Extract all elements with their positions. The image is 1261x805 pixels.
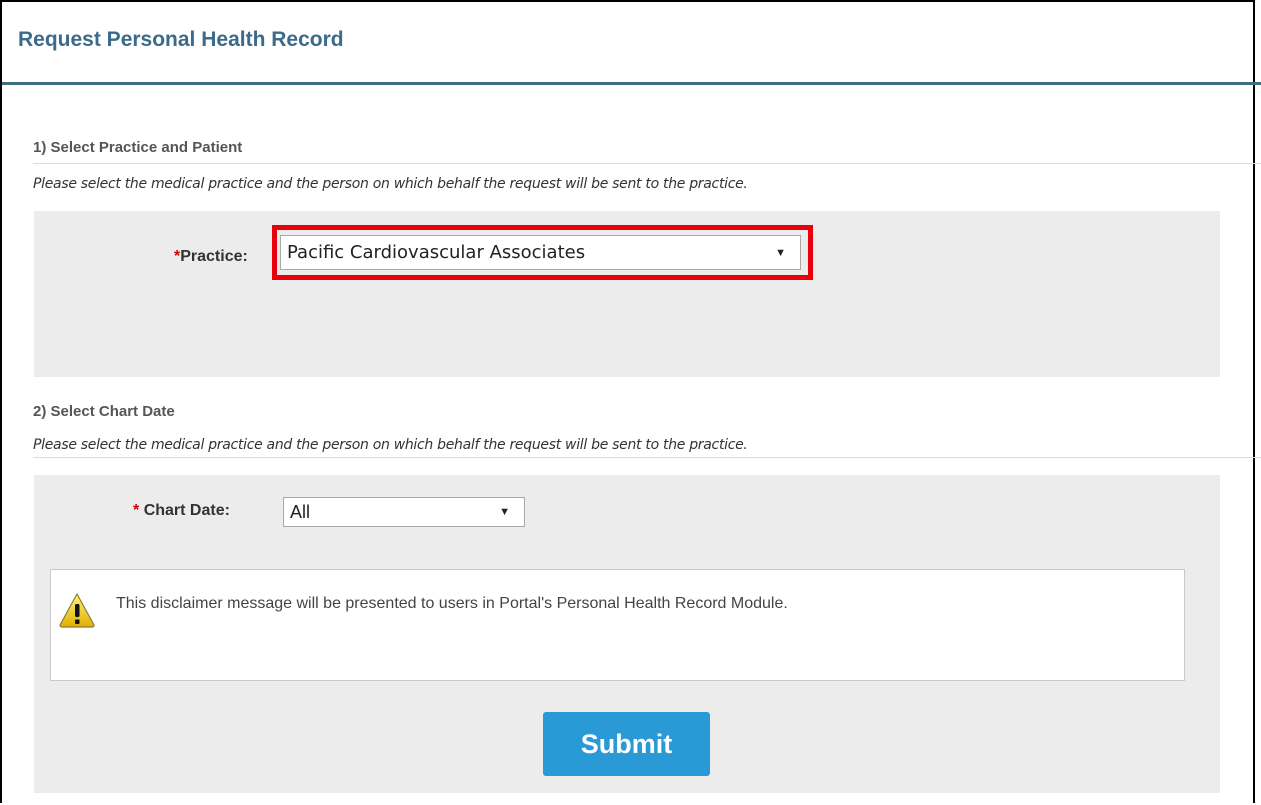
section-heading-practice: 1) Select Practice and Patient [33, 139, 243, 156]
title-divider [2, 82, 1261, 85]
disclaimer-text: This disclaimer message will be presente… [116, 595, 788, 612]
section-divider [33, 457, 1261, 458]
chart-date-select-value: All [290, 501, 311, 522]
section-description-practice: Please select the medical practice and t… [33, 176, 748, 192]
disclaimer-box: This disclaimer message will be presente… [50, 569, 1185, 681]
section-heading-chart-date: 2) Select Chart Date [33, 403, 175, 420]
chart-date-label-text: Chart Date: [143, 502, 230, 519]
chart-date-select[interactable]: All ▼ [283, 497, 525, 527]
practice-label-text: Practice: [180, 248, 248, 265]
chart-date-label: * Chart Date: [133, 502, 230, 520]
dropdown-arrow-icon: ▼ [775, 246, 786, 259]
practice-select-value: Pacific Cardiovascular Associates [287, 242, 586, 263]
dropdown-arrow-icon: ▼ [499, 506, 510, 518]
required-marker: * [133, 502, 140, 519]
section-description-chart-date: Please select the medical practice and t… [33, 437, 748, 453]
page-title: Request Personal Health Record [18, 28, 344, 51]
section-divider [33, 163, 1261, 164]
submit-button[interactable]: Submit [543, 712, 710, 776]
practice-label: *Practice: [174, 248, 248, 266]
warning-icon [59, 593, 95, 628]
practice-select[interactable]: Pacific Cardiovascular Associates ▼ [280, 235, 801, 270]
